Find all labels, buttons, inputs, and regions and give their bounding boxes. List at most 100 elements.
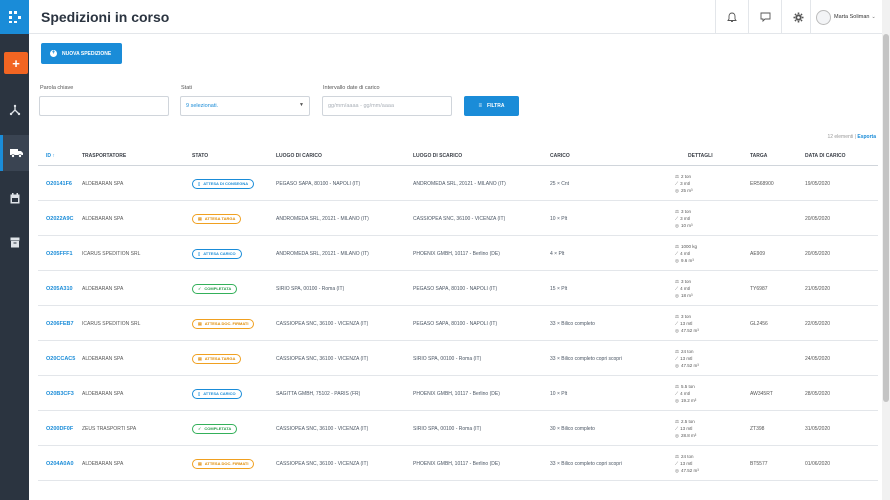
table-row[interactable]: O204A0A0 ALDEBARAN SPA ▤ ATTESA DOC. FIRMAT… bbox=[38, 446, 878, 481]
table-row[interactable]: O2022A9C ALDEBARAN SPA ▤ ATTESA TARGA ANDROM… bbox=[38, 201, 878, 236]
column-header-load[interactable]: LUOGO DI CARICO bbox=[276, 146, 322, 166]
load-location: ANDROMEDA SRL, 20121 - MILANO (IT) bbox=[276, 250, 369, 257]
status-label: ATTESA TARGA bbox=[204, 216, 236, 221]
column-header-label: CARICO bbox=[550, 153, 570, 159]
detail-value: 13 mtl bbox=[680, 426, 693, 431]
column-header-details[interactable]: DETTAGLI bbox=[688, 146, 713, 166]
table-row[interactable]: O20141F6 ALDEBARAN SPA ▯ ATTESA DI CONSEGNA… bbox=[38, 166, 878, 201]
table-header: ID ↑ TRASPORTATORE STATO LUOGO DI CARICO LUO… bbox=[38, 146, 878, 166]
page-title: Spedizioni in corso bbox=[41, 9, 170, 25]
table-row[interactable]: O20CCAC5 ALDEBARAN SPA ▤ ATTESA TARGA CASSIO… bbox=[38, 341, 878, 376]
column-header-cargo[interactable]: CARICO bbox=[550, 146, 570, 166]
filter-icon: ≡ bbox=[478, 103, 483, 109]
column-header-status[interactable]: STATO bbox=[192, 146, 208, 166]
filter-button-label: FILTRA bbox=[487, 103, 505, 109]
column-header-date[interactable]: DATA DI CARICO bbox=[805, 146, 845, 166]
detail-line: ⟋ 4 mtl bbox=[675, 390, 696, 397]
load-date: 22/05/2020 bbox=[805, 320, 831, 327]
cargo-description: 33 × Bilico completo copri scopri bbox=[550, 460, 622, 467]
license-plate: GL2456 bbox=[750, 320, 768, 327]
carrier-name: ALDEBARAN SPA bbox=[82, 285, 124, 292]
keyword-input[interactable] bbox=[39, 96, 169, 116]
shipment-id-link[interactable]: O206FEB7 bbox=[46, 306, 74, 341]
license-plate: ZT398 bbox=[750, 425, 765, 432]
dates-label: Intervallo date di carico bbox=[323, 85, 380, 91]
length-icon: ⟋ bbox=[675, 391, 679, 396]
detail-line: ⟋ 3 mtl bbox=[675, 215, 692, 222]
page-scrollbar[interactable] bbox=[882, 0, 890, 500]
states-value: 9 selezionati. bbox=[186, 103, 219, 109]
load-location: PEGASO SAPA, 80100 - NAPOLI (IT) bbox=[276, 180, 361, 187]
export-link[interactable]: Esporta bbox=[857, 134, 876, 140]
status-icon: ▤ bbox=[198, 356, 202, 361]
load-date: 19/05/2020 bbox=[805, 180, 831, 187]
detail-line: ⚖ 1000 kg bbox=[675, 243, 697, 250]
load-date: 28/05/2020 bbox=[805, 390, 831, 397]
detail-line: ⚖ 3 ton bbox=[675, 278, 692, 285]
status-label: ATTESA DI CONSEGNA bbox=[203, 181, 249, 186]
shipment-id-link[interactable]: O20B3CF3 bbox=[46, 376, 74, 411]
detail-value: 13 mtl bbox=[680, 356, 693, 361]
unload-location: PHOENIX GMBH, 10117 - Berlino (DE) bbox=[413, 460, 500, 467]
cargo-description: 15 × Plt bbox=[550, 285, 568, 292]
carrier-name: ALDEBARAN SPA bbox=[82, 390, 124, 397]
detail-value: 2.5 ton bbox=[681, 419, 695, 424]
status-label: ATTESA CARICO bbox=[203, 391, 236, 396]
shipment-id-link[interactable]: O20CCAC5 bbox=[46, 341, 75, 376]
notifications-button[interactable] bbox=[715, 0, 748, 34]
load-date: 31/05/2020 bbox=[805, 425, 831, 432]
volume-icon: ◎ bbox=[675, 328, 679, 333]
detail-line: ◎ 47.52 m³ bbox=[675, 327, 699, 334]
shipment-id-link[interactable]: O2022A9C bbox=[46, 201, 74, 236]
details-cell: ⚖ 3 ton ⟋ 3 mtl ◎ 10 m³ bbox=[675, 203, 692, 234]
column-header-id[interactable]: ID ↑ bbox=[46, 146, 55, 166]
add-button[interactable]: + bbox=[4, 52, 28, 74]
sidebar-item-calendar[interactable] bbox=[0, 180, 29, 216]
detail-line: ◎ 28.8 m³ bbox=[675, 432, 696, 439]
new-shipment-button[interactable]: + NUOVA SPEDIZIONE bbox=[41, 43, 122, 64]
caret-down-icon: ▼ bbox=[299, 102, 304, 108]
filter-button[interactable]: ≡ FILTRA bbox=[464, 96, 519, 116]
carrier-name: ALDEBARAN SPA bbox=[82, 215, 124, 222]
status-badge: ▤ ATTESA TARGA bbox=[192, 353, 242, 364]
sidebar-item-shipments[interactable] bbox=[0, 135, 29, 171]
shipment-id-link[interactable]: O205A310 bbox=[46, 271, 73, 306]
shipment-id-link[interactable]: O200DF0F bbox=[46, 411, 73, 446]
detail-value: 25 m³ bbox=[680, 188, 693, 193]
shipment-id-link[interactable]: O204A0A0 bbox=[46, 446, 74, 481]
scrollbar-thumb[interactable] bbox=[883, 34, 889, 402]
dates-input[interactable]: gg/mm/aaaa - gg/mm/aaaa bbox=[322, 96, 452, 116]
keyword-label: Parola chiave bbox=[40, 85, 74, 91]
status-cell: ▤ ATTESA DOC. FIRMATI bbox=[192, 446, 255, 481]
sidebar-item-routes[interactable] bbox=[0, 92, 29, 128]
shipment-id-link[interactable]: O20141F6 bbox=[46, 166, 72, 201]
details-cell: ⚖ 2.5 ton ⟋ 13 mtl ◎ 28.8 m³ bbox=[675, 413, 696, 444]
table-row[interactable]: O205FFF1 ICARUS SPEDITION SRL ▯ ATTESA CARI… bbox=[38, 236, 878, 271]
weight-icon: ⚖ bbox=[675, 209, 680, 214]
detail-value: 18 m³ bbox=[680, 293, 693, 298]
app-window: + Spedizioni in corso Marta Soliman ⌄ + … bbox=[0, 0, 890, 500]
column-header-carrier[interactable]: TRASPORTATORE bbox=[82, 146, 126, 166]
top-bar: Spedizioni in corso Marta Soliman ⌄ bbox=[29, 0, 882, 34]
sidebar-item-archive[interactable] bbox=[0, 224, 29, 260]
volume-icon: ◎ bbox=[675, 363, 679, 368]
column-header-plate[interactable]: TARGA bbox=[750, 146, 767, 166]
detail-value: 13 mtl bbox=[680, 321, 693, 326]
table-row[interactable]: O206FEB7 ICARUS SPEDITION SRL ▤ ATTESA DOC.… bbox=[38, 306, 878, 341]
logo-icon[interactable] bbox=[0, 0, 29, 34]
table-row[interactable]: O20B3CF3 ALDEBARAN SPA ▯ ATTESA CARICO SAGIT… bbox=[38, 376, 878, 411]
table-row[interactable]: O200DF0F ZEUS TRASPORTI SPA ✓ COMPLETATA CAS… bbox=[38, 411, 878, 446]
cargo-description: 33 × Bilico completo bbox=[550, 320, 595, 327]
user-menu[interactable]: Marta Soliman ⌄ bbox=[810, 0, 882, 34]
status-badge: ▯ ATTESA CARICO bbox=[192, 388, 242, 399]
column-header-unload[interactable]: LUOGO DI SCARICO bbox=[413, 146, 462, 166]
detail-line: ◎ 10 m³ bbox=[675, 222, 692, 229]
table-row[interactable]: O205A310 ALDEBARAN SPA ✓ COMPLETATA SIRIO SP… bbox=[38, 271, 878, 306]
avatar bbox=[816, 9, 831, 25]
weight-icon: ⚖ bbox=[675, 419, 680, 424]
states-select[interactable]: 9 selezionati. ▼ bbox=[180, 96, 310, 116]
detail-line: ⚖ 5.5 ton bbox=[675, 383, 696, 390]
messages-button[interactable] bbox=[748, 0, 781, 34]
shipment-id-link[interactable]: O205FFF1 bbox=[46, 236, 73, 271]
detail-value: 47.52 m³ bbox=[680, 328, 699, 333]
